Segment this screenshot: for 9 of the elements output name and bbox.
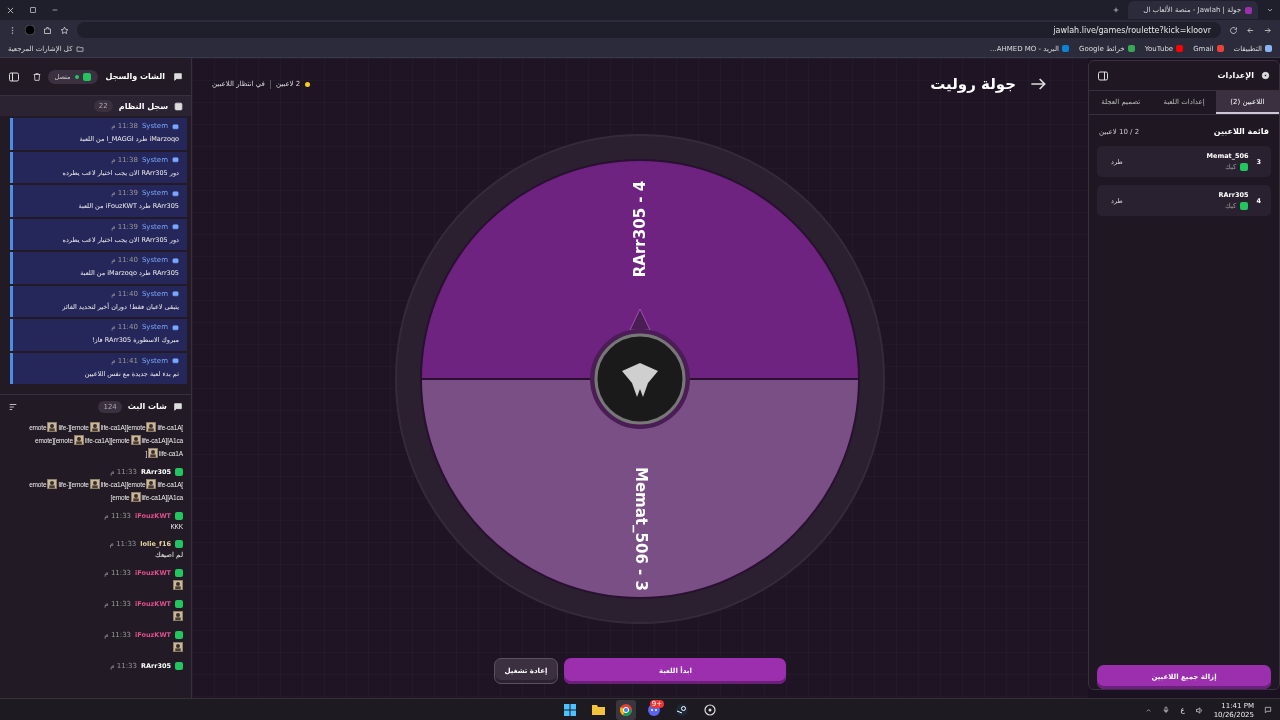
segment-label: RArr305 - 4 — [630, 180, 649, 278]
panel-title: الإعدادات — [1217, 71, 1254, 80]
panel-title: الشات والسجل — [105, 72, 165, 81]
segment-label: Memat_506 - 3 — [631, 467, 650, 591]
page-title: جولة روليت — [930, 75, 1016, 93]
section-title: قائمة اللاعبين — [1213, 127, 1269, 136]
address-bar[interactable]: jawlah.live/games/roulette?kick=kloovr — [77, 22, 1221, 38]
section-title: شات البث — [127, 402, 167, 411]
section-title: سجل النظام — [118, 101, 168, 111]
